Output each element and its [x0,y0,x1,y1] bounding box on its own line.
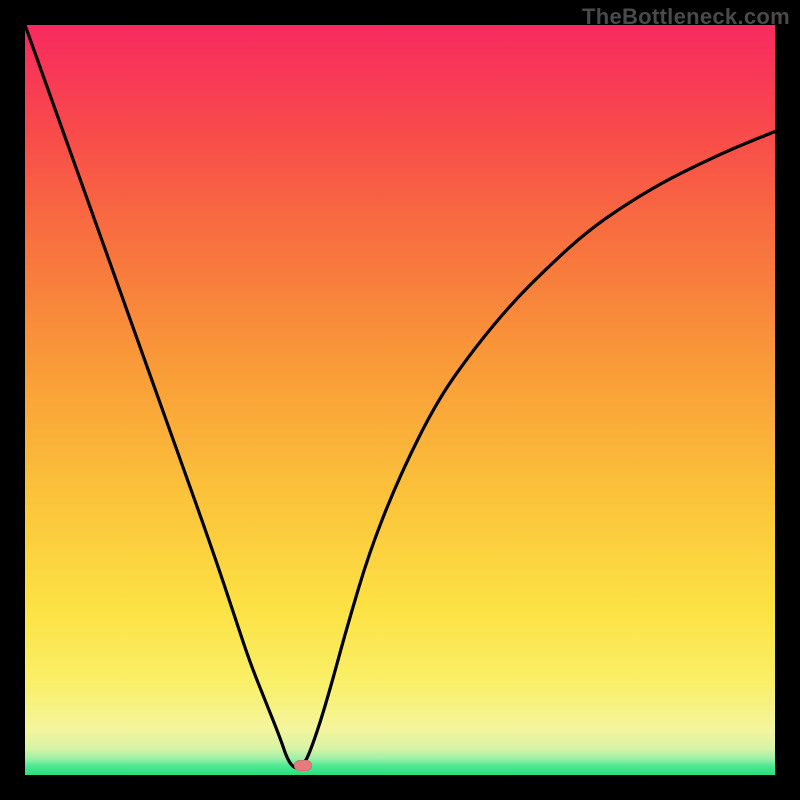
plot-area [25,25,775,775]
bottleneck-curve [25,25,775,775]
chart-frame: TheBottleneck.com [0,0,800,800]
